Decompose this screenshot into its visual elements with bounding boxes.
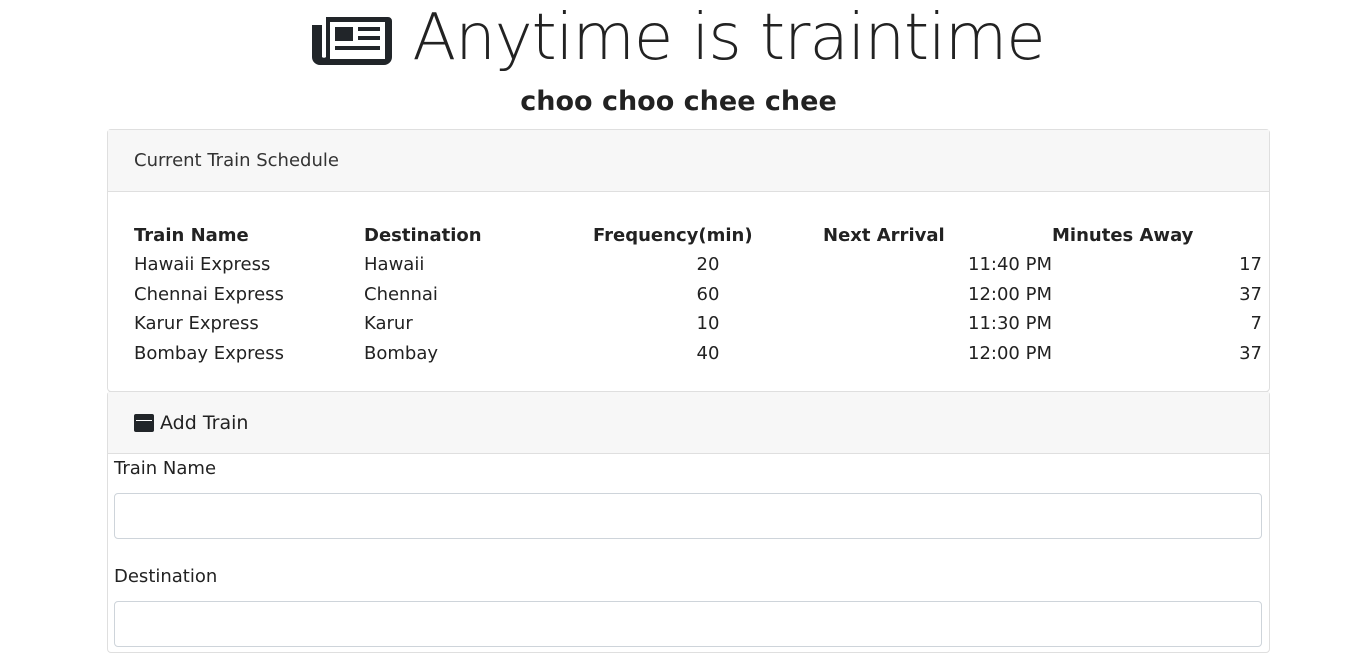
table-row: Bombay Express Bombay 40 12:00 PM 37 (134, 339, 1262, 369)
page-title: Anytime is traintime (412, 1, 1045, 75)
cell-next-arrival: 11:40 PM (968, 254, 1052, 276)
cell-destination: Karur (364, 313, 413, 335)
newspaper-icon (312, 17, 393, 65)
table-row: Karur Express Karur 10 11:30 PM 7 (134, 309, 1262, 339)
page-header: Anytime is traintime choo choo chee chee (0, 0, 1357, 130)
cell-train-name: Bombay Express (134, 342, 285, 364)
cell-next-arrival: 12:00 PM (968, 283, 1052, 305)
destination-label: Destination (114, 566, 218, 587)
window-icon (134, 413, 154, 432)
cell-destination: Chennai (364, 283, 438, 305)
column-header-next-arrival: Next Arrival (823, 224, 945, 246)
column-header-train-name: Train Name (134, 224, 249, 246)
cell-train-name: Hawaii Express (134, 254, 271, 276)
cell-next-arrival: 11:30 PM (968, 313, 1052, 335)
table-row: Chennai Express Chennai 60 12:00 PM 37 (134, 280, 1262, 310)
schedule-card-header: Current Train Schedule (108, 130, 1269, 192)
train-name-label: Train Name (114, 458, 217, 479)
destination-input[interactable] (114, 601, 1262, 647)
schedule-table: Train Name Destination Frequency(min) Ne… (134, 220, 1262, 368)
cell-frequency: 20 (696, 254, 720, 276)
cell-train-name: Karur Express (134, 313, 259, 335)
column-header-destination: Destination (364, 224, 482, 246)
cell-frequency: 60 (696, 283, 720, 305)
cell-minutes-away: 7 (1250, 313, 1262, 335)
cell-destination: Hawaii (364, 254, 425, 276)
page-subtitle: choo choo chee chee (520, 86, 837, 117)
cell-next-arrival: 12:00 PM (968, 342, 1052, 364)
cell-frequency: 10 (696, 313, 720, 335)
column-header-frequency: Frequency(min) (593, 224, 753, 246)
title-row: Anytime is traintime (0, 2, 1357, 74)
add-train-card: Add Train Train Name Destination (107, 391, 1270, 653)
add-train-heading: Add Train (160, 411, 249, 434)
train-name-input[interactable] (114, 493, 1262, 539)
column-header-minutes-away: Minutes Away (1052, 224, 1194, 246)
schedule-card: Current Train Schedule Train Name Destin… (107, 129, 1270, 392)
cell-destination: Bombay (364, 342, 439, 364)
cell-train-name: Chennai Express (134, 283, 284, 305)
schedule-heading: Current Train Schedule (134, 150, 339, 171)
table-row: Hawaii Express Hawaii 20 11:40 PM 17 (134, 250, 1262, 280)
add-train-card-header: Add Train (108, 392, 1269, 454)
table-header-row: Train Name Destination Frequency(min) Ne… (134, 220, 1262, 250)
cell-minutes-away: 37 (1239, 283, 1262, 305)
cell-minutes-away: 37 (1239, 342, 1262, 364)
cell-frequency: 40 (696, 342, 720, 364)
cell-minutes-away: 17 (1239, 254, 1262, 276)
